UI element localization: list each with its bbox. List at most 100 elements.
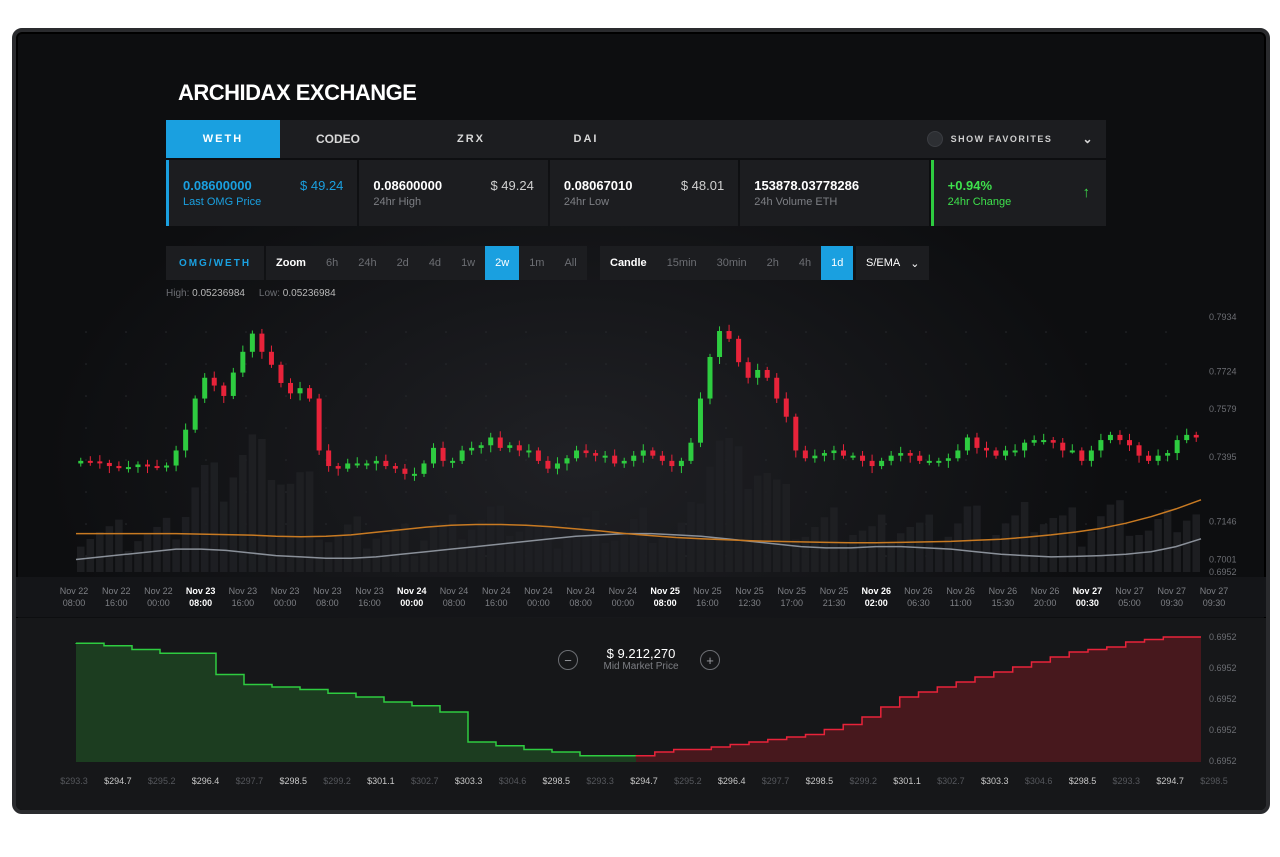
grid-dot	[1045, 427, 1047, 429]
candle-body	[164, 465, 170, 468]
candle-body	[125, 467, 131, 470]
volume-bar	[220, 501, 228, 572]
candle-body	[678, 460, 684, 467]
depth-x-tick: $293.3	[586, 776, 614, 786]
zoom-in-icon[interactable]: +	[700, 650, 720, 670]
volume-bar	[677, 522, 686, 572]
grid-dot	[1165, 331, 1167, 333]
volume-bar	[286, 483, 295, 572]
grid-dot	[1165, 459, 1167, 461]
x-tick-time: 05:00	[1118, 598, 1141, 608]
price-chart[interactable]: 0.7934 0.7724 0.7579 0.7395 0.7146 0.7001 0.69…	[16, 32, 1266, 810]
candle-body	[497, 437, 503, 448]
candle-body	[116, 466, 122, 469]
candle-body	[326, 450, 332, 467]
grid-dot	[285, 395, 287, 397]
candle-body	[392, 466, 398, 469]
grid-dot	[245, 395, 247, 397]
grid-dot	[365, 395, 367, 397]
volume-bar	[935, 546, 943, 572]
volume-bar	[534, 522, 543, 572]
grid-dot	[365, 331, 367, 333]
candle-body	[307, 388, 313, 399]
grid-dot	[1005, 363, 1007, 365]
grid-dot	[445, 331, 447, 333]
candle-body	[907, 453, 913, 456]
depth-x-tick: $294.7	[1156, 776, 1184, 786]
grid-dot	[165, 395, 167, 397]
candle-body	[478, 445, 484, 448]
grid-dot	[85, 363, 87, 365]
volume-bar	[963, 506, 972, 572]
x-tick-date: Nov 25	[778, 586, 807, 596]
zoom-out-icon[interactable]: −	[558, 650, 578, 670]
volume-bar	[172, 539, 180, 572]
grid-dot	[925, 395, 927, 397]
candle-body	[1165, 453, 1171, 456]
depth-x-tick: $301.1	[367, 776, 395, 786]
grid-dot	[1165, 491, 1167, 493]
grid-dot	[925, 331, 927, 333]
volume-bar	[649, 543, 657, 572]
volume-bar	[1049, 518, 1057, 572]
grid-dot	[405, 459, 407, 461]
volume-bar	[258, 439, 266, 572]
candle-body	[726, 331, 732, 339]
candle-body	[211, 377, 217, 386]
candle-body	[173, 450, 179, 466]
grid-dot	[605, 331, 607, 333]
depth-x-tick: $296.4	[192, 776, 220, 786]
x-tick-time: 00:00	[400, 598, 423, 608]
grid-dot	[885, 459, 887, 461]
depth-x-tick: $297.7	[236, 776, 264, 786]
x-tick-date: Nov 24	[566, 586, 595, 596]
candle-body	[821, 453, 827, 456]
grid-dot	[405, 363, 407, 365]
grid-dot	[485, 395, 487, 397]
x-tick-date: Nov 23	[355, 586, 384, 596]
grid-dot	[645, 331, 647, 333]
x-tick-time: 12:30	[738, 598, 761, 608]
grid-dot	[805, 331, 807, 333]
candle-body	[202, 377, 208, 399]
grid-dot	[845, 491, 847, 493]
grid-dot	[805, 363, 807, 365]
candle-body	[354, 463, 360, 466]
grid-dot	[965, 491, 967, 493]
candle-body	[650, 450, 656, 456]
candle-body	[1041, 440, 1047, 443]
volume-bar	[458, 539, 466, 572]
candle-body	[755, 369, 761, 378]
candle-body	[697, 398, 703, 443]
grid-dot	[965, 459, 967, 461]
grid-dot	[165, 331, 167, 333]
grid-dot	[1085, 395, 1087, 397]
depth-x-tick: $298.5	[279, 776, 307, 786]
grid-dot	[445, 363, 447, 365]
grid-dot	[525, 459, 527, 461]
candle-body	[764, 369, 770, 378]
x-tick-time: 08:00	[654, 598, 677, 608]
grid-dot	[685, 555, 687, 557]
grid-dot	[445, 395, 447, 397]
x-tick-time: 06:30	[907, 598, 930, 608]
grid-dot	[1165, 395, 1167, 397]
volume-bar	[401, 523, 409, 572]
candle-body	[1012, 450, 1018, 453]
volume-bar	[658, 538, 667, 572]
grid-dot	[1165, 363, 1167, 365]
candle-body	[259, 333, 265, 352]
grid-dot	[645, 427, 647, 429]
grid-dot	[805, 523, 807, 525]
volume-bar	[601, 543, 609, 572]
grid-dot	[565, 331, 567, 333]
grid-dot	[845, 363, 847, 365]
candle-body	[640, 450, 646, 456]
candle-body	[1079, 450, 1085, 461]
candle-body	[850, 455, 856, 458]
depth-x-tick: $303.3	[981, 776, 1009, 786]
candle-body	[1098, 440, 1104, 451]
grid-dot	[685, 459, 687, 461]
grid-dot	[1085, 523, 1087, 525]
x-tick-time: 00:00	[612, 598, 635, 608]
